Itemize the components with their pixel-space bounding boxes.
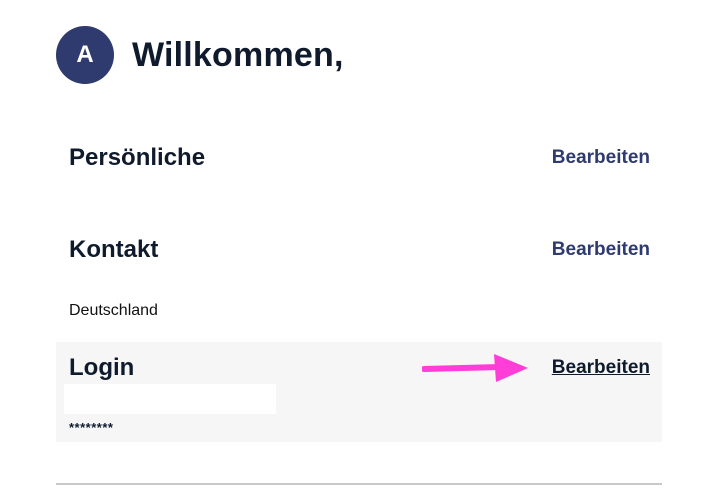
login-password-masked: ********: [69, 420, 114, 435]
edit-personal-link[interactable]: Bearbeiten: [552, 147, 650, 169]
arrow-right-icon: [422, 354, 528, 382]
profile-header: A Willkommen,: [56, 26, 344, 84]
page-title: Willkommen,: [132, 35, 344, 74]
contact-country: Deutschland: [69, 302, 158, 319]
section-contact: Kontakt Bearbeiten Deutschland: [56, 232, 662, 332]
divider: [56, 483, 662, 485]
edit-login-link[interactable]: Bearbeiten: [552, 357, 650, 379]
login-email-redacted: [64, 384, 276, 414]
section-login: Login Bearbeiten ********: [56, 342, 662, 442]
section-title-personal: Persönliche: [69, 144, 206, 171]
edit-contact-link[interactable]: Bearbeiten: [552, 239, 650, 261]
avatar: A: [56, 26, 114, 84]
section-title-login: Login: [69, 354, 135, 381]
section-title-contact: Kontakt: [69, 236, 159, 263]
section-personal: Persönliche Bearbeiten: [56, 140, 662, 180]
